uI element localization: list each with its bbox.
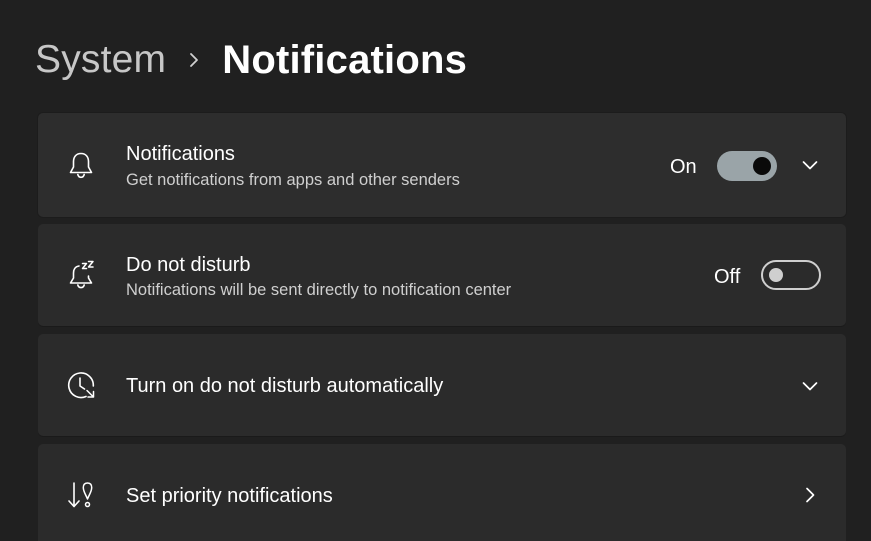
breadcrumb: System Notifications <box>35 34 467 86</box>
priority-arrow-icon <box>66 480 96 510</box>
settings-page: System Notifications Notifications Get n… <box>0 0 871 541</box>
chevron-right-icon[interactable] <box>800 485 820 505</box>
notifications-subtitle: Get notifications from apps and other se… <box>126 171 460 189</box>
notifications-toggle[interactable] <box>717 151 777 181</box>
clock-history-icon <box>66 370 96 400</box>
breadcrumb-system-link[interactable]: System <box>35 38 166 82</box>
dnd-state-label: Off <box>714 266 741 288</box>
do-not-disturb-card: Do not disturb Notifications will be sen… <box>38 224 846 326</box>
chevron-right-icon <box>166 52 222 68</box>
page-title: Notifications <box>222 37 468 82</box>
bell-icon <box>66 150 96 180</box>
dnd-title: Do not disturb <box>126 254 251 276</box>
priority-notifications-card[interactable]: Set priority notifications <box>38 444 846 541</box>
notifications-state-label: On <box>670 156 697 178</box>
dnd-toggle[interactable] <box>761 260 821 290</box>
toggle-knob <box>753 157 771 175</box>
chevron-down-icon[interactable] <box>800 155 820 175</box>
chevron-down-icon[interactable] <box>800 376 820 396</box>
toggle-knob <box>769 268 783 282</box>
dnd-auto-card[interactable]: Turn on do not disturb automatically <box>38 334 846 436</box>
notifications-card[interactable]: Notifications Get notifications from app… <box>38 113 846 217</box>
bell-snooze-icon <box>66 260 96 290</box>
notifications-title: Notifications <box>126 143 235 165</box>
dnd-auto-title: Turn on do not disturb automatically <box>126 375 444 397</box>
dnd-subtitle: Notifications will be sent directly to n… <box>126 281 512 299</box>
priority-title: Set priority notifications <box>126 485 333 507</box>
